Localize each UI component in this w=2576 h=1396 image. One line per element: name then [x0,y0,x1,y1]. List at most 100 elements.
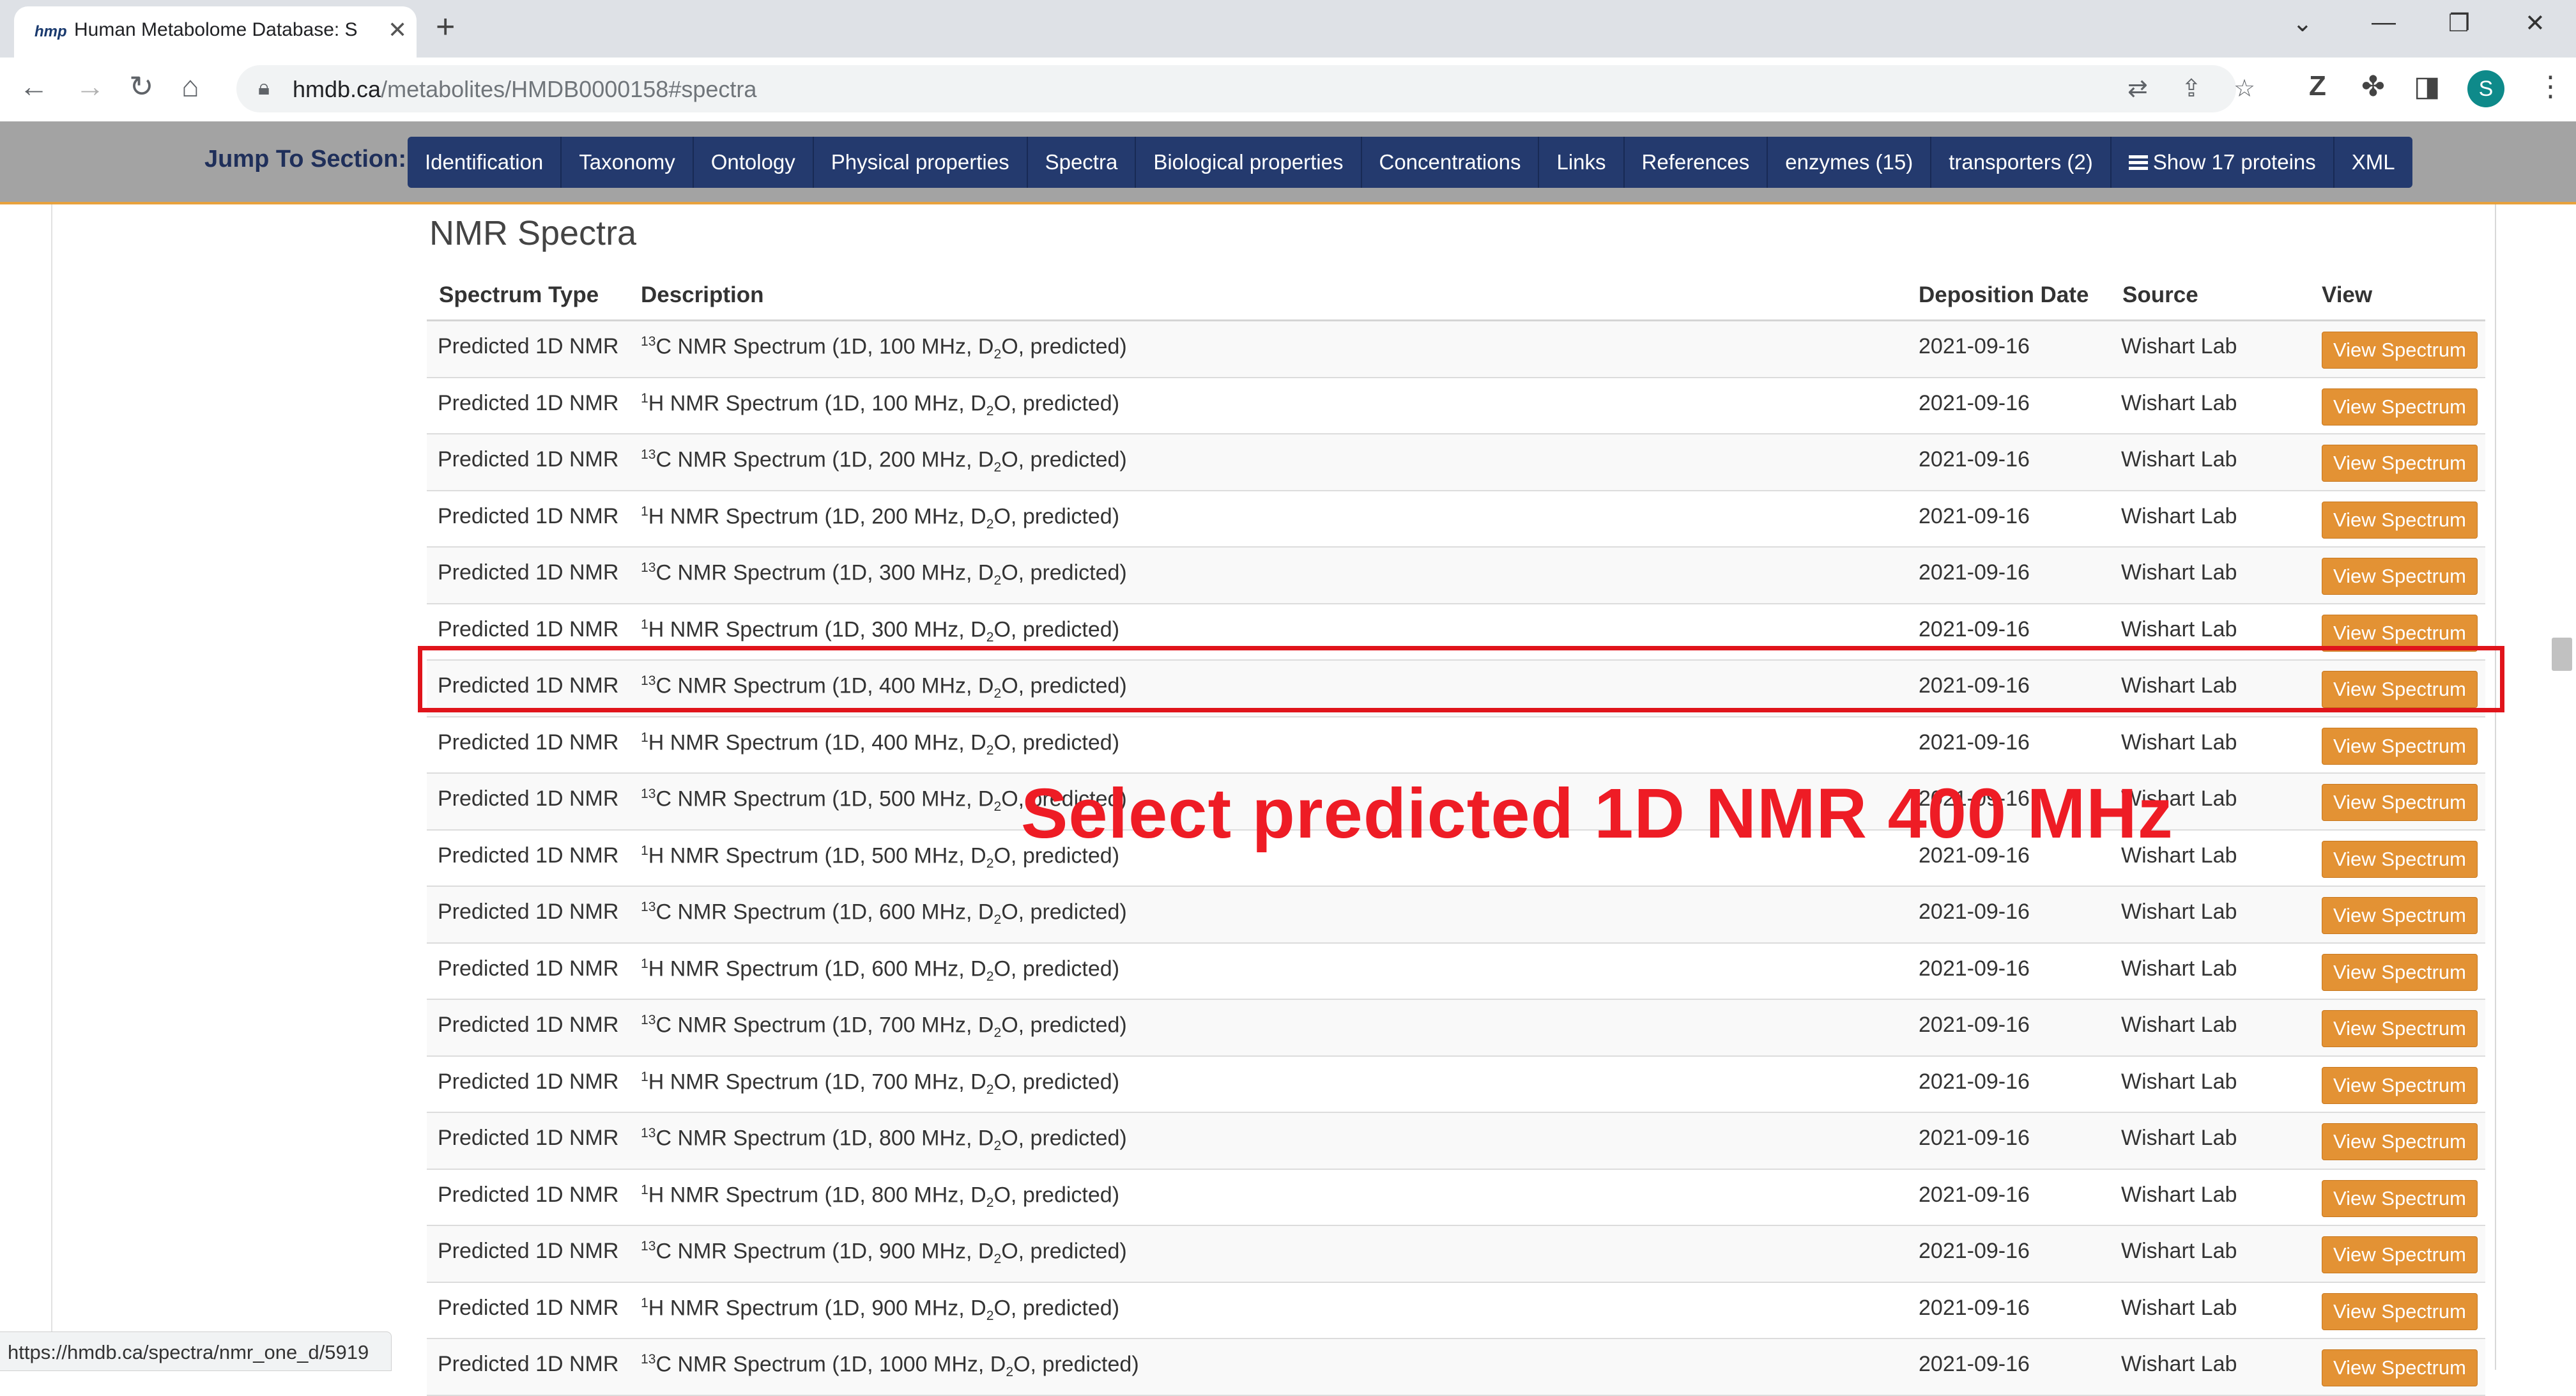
view-spectrum-button[interactable]: View Spectrum [2322,388,2478,426]
nucleus-mass: 13 [641,900,656,914]
spectrum-type-cell: Predicted 1D NMR [438,560,619,585]
lock-icon[interactable]: 🔒︎ [258,75,270,100]
description-cell: 13C NMR Spectrum (1D, 800 MHz, D2O, pred… [641,1126,1127,1154]
description-text-end: O, predicted) [1001,1239,1127,1264]
table-row: Predicted 1D NMR 1H NMR Spectrum (1D, 100… [427,378,2485,434]
view-spectrum-button[interactable]: View Spectrum [2322,784,2478,821]
view-spectrum-button[interactable]: View Spectrum [2322,727,2478,765]
jump-xml[interactable]: XML [2334,137,2412,188]
view-spectrum-button[interactable]: View Spectrum [2322,1179,2478,1217]
subscript-2: 2 [986,969,994,984]
minimize-icon[interactable]: — [2372,9,2396,36]
nucleus-mass: 1 [641,843,648,858]
jump-biological-properties[interactable]: Biological properties [1136,137,1362,188]
jump-transporters[interactable]: transporters (2) [1931,137,2112,188]
browser-tab-active[interactable]: hmp Human Metabolome Database: S ✕ [14,6,417,58]
spectrum-type-cell: Predicted 1D NMR [438,617,619,641]
tab-search-chevron-icon[interactable]: ⌄ [2292,9,2313,38]
view-spectrum-button[interactable]: View Spectrum [2322,445,2478,482]
view-spectrum-button[interactable]: View Spectrum [2322,1292,2478,1330]
nucleus-mass: 13 [641,1013,656,1027]
back-arrow-icon[interactable]: ← [19,69,49,104]
table-row: Predicted 1D NMR 13C NMR Spectrum (1D, 90… [427,1226,2485,1283]
nucleus: C [656,900,672,924]
view-spectrum-button[interactable]: View Spectrum [2322,501,2478,539]
table-row: Predicted 1D NMR 13C NMR Spectrum (1D, 10… [427,1339,2485,1396]
view-spectrum-button[interactable]: View Spectrum [2322,953,2478,991]
view-spectrum-button[interactable]: View Spectrum [2322,1123,2478,1160]
side-panel-icon[interactable]: ◨ [2414,70,2441,103]
view-spectrum-button[interactable]: View Spectrum [2322,1010,2478,1047]
spectrum-type-cell: Predicted 1D NMR [438,900,619,924]
jump-to-section-bar: Jump To Section: Identification Taxonomy… [0,121,2576,204]
url-path: /metabolites/HMDB0000158#spectra [381,76,757,102]
table-row: Predicted 1D NMR 1H NMR Spectrum (1D, 800… [427,1170,2485,1226]
nucleus: C [656,334,672,359]
spectrum-type-cell: Predicted 1D NMR [438,1126,619,1150]
description-text: NMR Spectrum (1D, 800 MHz, D [664,1182,986,1207]
view-spectrum-button[interactable]: View Spectrum [2322,897,2478,934]
url-text[interactable]: hmdb.ca/metabolites/HMDB0000158#spectra [293,76,756,103]
nucleus: H [648,617,664,641]
description-text-end: O, predicted) [993,956,1120,981]
puzzle-icon[interactable]: ✤ [2361,70,2385,103]
subscript-2: 2 [986,1195,994,1210]
translate-icon[interactable]: ⇄ [2128,74,2148,103]
reload-icon[interactable]: ↻ [129,69,154,104]
restore-window-icon[interactable]: ❐ [2448,9,2470,38]
deposition-date-cell: 2021-09-16 [1919,617,2030,641]
nucleus: C [656,1352,672,1377]
nucleus-mass: 1 [641,1182,648,1197]
description-cell: 13C NMR Spectrum (1D, 600 MHz, D2O, pred… [641,900,1127,928]
description-text: NMR Spectrum (1D, 600 MHz, D [671,900,994,924]
home-icon[interactable]: ⌂ [181,69,199,104]
star-icon[interactable]: ☆ [2234,74,2255,103]
source-cell: Wishart Lab [2121,1239,2237,1263]
spectrum-type-cell: Predicted 1D NMR [438,843,619,868]
subscript-2: 2 [1006,1365,1014,1380]
jump-physical-properties[interactable]: Physical properties [814,137,1028,188]
z-extension-icon[interactable]: Z [2309,70,2326,102]
new-tab-icon[interactable]: + [436,8,455,46]
spectrum-type-cell: Predicted 1D NMR [438,1352,619,1376]
share-icon[interactable]: ⇪ [2181,74,2202,103]
table-row: Predicted 1D NMR 13C NMR Spectrum (1D, 20… [427,434,2485,491]
address-bar[interactable]: 🔒︎ hmdb.ca/metabolites/HMDB0000158#spect… [236,65,2255,112]
avatar[interactable]: S [2467,70,2504,107]
description-text-end: O, predicted) [1001,334,1127,359]
jump-spectra[interactable]: Spectra [1028,137,1137,188]
close-window-icon[interactable]: ✕ [2525,9,2545,38]
view-spectrum-button[interactable]: View Spectrum [2322,1236,2478,1273]
scrollbar-thumb[interactable] [2552,638,2572,671]
close-tab-icon[interactable]: ✕ [388,17,407,43]
deposition-date-cell: 2021-09-16 [1919,1182,2030,1207]
subscript-2: 2 [993,347,1002,362]
jump-show-proteins[interactable]: Show 17 proteins [2112,137,2334,188]
jump-identification[interactable]: Identification [408,137,562,188]
spectrum-type-cell: Predicted 1D NMR [438,1069,619,1094]
view-spectrum-button[interactable]: View Spectrum [2322,1349,2478,1386]
jump-references[interactable]: References [1625,137,1768,188]
jump-taxonomy[interactable]: Taxonomy [562,137,694,188]
left-column-divider [51,204,52,1342]
view-spectrum-button[interactable]: View Spectrum [2322,1066,2478,1104]
description-text-end: O, predicted) [993,503,1120,528]
table-row: Predicted 1D NMR 1H NMR Spectrum (1D, 600… [427,944,2485,1000]
view-spectrum-button[interactable]: View Spectrum [2322,558,2478,595]
jump-concentrations[interactable]: Concentrations [1362,137,1540,188]
description-text: NMR Spectrum (1D, 900 MHz, D [671,1239,994,1264]
forward-arrow-icon[interactable]: → [75,69,105,104]
nucleus-mass: 1 [641,956,648,971]
view-spectrum-button[interactable]: View Spectrum [2322,332,2478,369]
deposition-date-cell: 2021-09-16 [1919,900,2030,924]
table-row: Predicted 1D NMR 1H NMR Spectrum (1D, 400… [427,717,2485,774]
kebab-menu-icon[interactable]: ⋮ [2536,70,2564,103]
jump-links[interactable]: Links [1539,137,1625,188]
jump-enzymes[interactable]: enzymes (15) [1768,137,1932,188]
view-spectrum-button[interactable]: View Spectrum [2322,840,2478,878]
source-cell: Wishart Lab [2121,334,2237,358]
description-cell: 1H NMR Spectrum (1D, 700 MHz, D2O, predi… [641,1070,1119,1098]
jump-ontology[interactable]: Ontology [694,137,814,188]
description-text: NMR Spectrum (1D, 200 MHz, D [671,447,994,472]
spectrum-type-cell: Predicted 1D NMR [438,334,619,358]
